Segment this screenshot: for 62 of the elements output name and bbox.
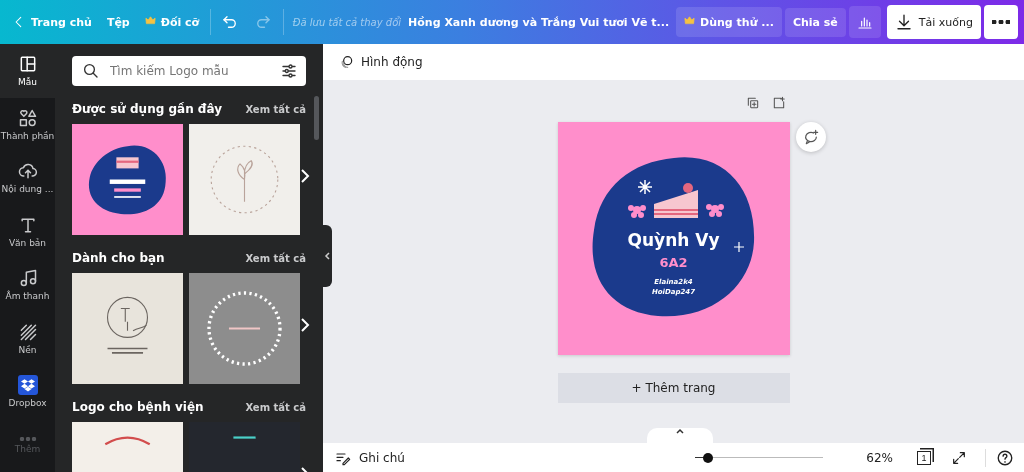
- cake-logo-thumbnail[interactable]: [72, 124, 183, 235]
- page-count-button[interactable]: 1: [917, 450, 931, 465]
- notes-button[interactable]: Ghi chú: [335, 449, 405, 466]
- flower-icon: [705, 204, 724, 217]
- fullscreen-icon[interactable]: [951, 449, 967, 466]
- download-icon: [894, 13, 913, 31]
- sidebar-tab[interactable]: Nền: [0, 311, 55, 365]
- sidebar-tab[interactable]: Mẫu: [0, 44, 55, 98]
- zoom-reading: 62%: [865, 450, 893, 465]
- monogram-logo-thumbnail[interactable]: [72, 273, 183, 384]
- slider-thumb[interactable]: [702, 452, 713, 463]
- filter-icon: [280, 62, 298, 80]
- animate-button[interactable]: Hình động: [333, 53, 429, 71]
- crown-icon: [144, 15, 156, 26]
- see-all-link[interactable]: Xem tất cả: [245, 401, 306, 413]
- see-all-link[interactable]: Xem tất cả: [245, 103, 306, 115]
- add-page-icon: [771, 96, 786, 110]
- search-bar[interactable]: Tìm kiếm Logo mẫu: [72, 56, 306, 86]
- section-title: Dành cho bạn: [72, 251, 165, 265]
- dropbox-icon: [17, 375, 38, 396]
- wreath-logo-thumbnail[interactable]: [189, 273, 300, 384]
- share-button[interactable]: Chia sẻ: [784, 7, 846, 37]
- redo-icon: [254, 13, 273, 31]
- floral-logo-thumbnail[interactable]: [189, 124, 300, 235]
- more-button[interactable]: [984, 5, 1018, 39]
- more-icon: [992, 20, 1010, 24]
- insights-button[interactable]: [848, 6, 881, 38]
- design-title[interactable]: Hồng Xanh dương và Trắng Vui tươi Vẽ t...: [408, 15, 670, 29]
- animate-icon: [339, 54, 355, 70]
- add-comment-button[interactable]: [795, 122, 826, 152]
- copy-plus-icon: [745, 96, 760, 110]
- sidebar-tab[interactable]: Dropbox: [0, 365, 55, 419]
- see-all-link[interactable]: Xem tất cả: [245, 252, 306, 264]
- comment-plus-icon: [802, 129, 819, 145]
- bar-chart-icon: [856, 14, 873, 30]
- shapes-icon: [17, 107, 38, 128]
- section-title: Được sử dụng gần đây: [72, 102, 222, 116]
- sparkle-icon: [636, 179, 653, 195]
- design-subheading[interactable]: 6A2: [557, 255, 790, 270]
- search-icon: [82, 62, 100, 80]
- collapse-panel-button[interactable]: [322, 225, 332, 287]
- sidebar-tab[interactable]: Văn bản: [0, 204, 55, 258]
- crown-icon: [684, 15, 696, 26]
- flower-icon: [627, 205, 646, 218]
- sidebar-tab[interactable]: Âm thanh: [0, 258, 55, 312]
- design-heading[interactable]: Quỳnh Vy: [557, 230, 790, 250]
- sidebar-tab[interactable]: Nội dung ...: [0, 151, 55, 205]
- section-title: Logo cho bệnh viện: [72, 400, 204, 414]
- expand-arrows-icon: [951, 449, 967, 466]
- cake-slice-drawing: [652, 183, 699, 218]
- more-icon: [18, 436, 37, 441]
- help-button[interactable]: [985, 448, 1014, 467]
- download-button[interactable]: Tải xuống: [886, 5, 981, 39]
- sparkle-icon: [732, 241, 745, 253]
- add-page-button[interactable]: + Thêm trang: [557, 373, 790, 403]
- help-icon: [996, 448, 1014, 467]
- save-status: Đã lưu tất cả thay đổi: [292, 16, 402, 28]
- sidebar-tab[interactable]: Thành phần: [0, 97, 55, 151]
- chevron-left-icon: [324, 252, 330, 260]
- trial-button[interactable]: Dùng thử ...: [676, 7, 782, 37]
- chevron-up-icon: [676, 428, 684, 434]
- scrollbar[interactable]: [314, 96, 319, 140]
